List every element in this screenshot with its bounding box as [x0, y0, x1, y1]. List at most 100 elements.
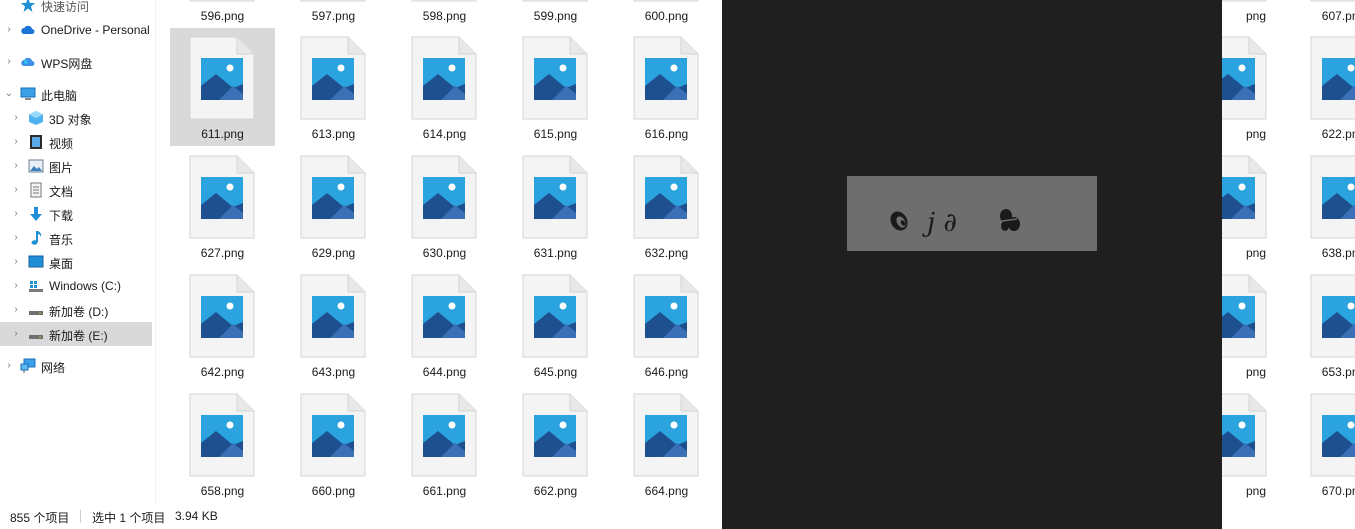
- file-name: 664.png: [644, 484, 689, 498]
- file-name: png: [1245, 246, 1266, 260]
- file-tile[interactable]: 631.png: [503, 147, 608, 265]
- nav-label: 桌面: [49, 257, 74, 271]
- chevron-right-icon[interactable]: ›: [10, 304, 22, 316]
- file-tile[interactable]: 645.png: [503, 266, 608, 384]
- nav-item-pictures[interactable]: › 图片: [0, 154, 155, 178]
- file-tile[interactable]: 642.png: [170, 266, 275, 384]
- nav-item-drive-d[interactable]: › 新加卷 (D:): [0, 298, 155, 322]
- file-tile[interactable]: 611.png: [170, 28, 275, 146]
- image-file-icon: [411, 155, 477, 239]
- file-name: 660.png: [311, 484, 356, 498]
- nav-item-videos[interactable]: › 视频: [0, 130, 155, 154]
- chevron-right-icon[interactable]: ›: [3, 56, 15, 68]
- file-tile[interactable]: 613.png: [281, 28, 386, 146]
- nav-item-music[interactable]: › 音乐: [0, 226, 155, 250]
- chevron-right-icon[interactable]: ›: [10, 184, 22, 196]
- file-tile[interactable]: 664.png: [614, 385, 719, 503]
- selection-size: 3.94 KB: [175, 509, 218, 523]
- file-tile[interactable]: 632.png: [614, 147, 719, 265]
- image-file-icon: [522, 36, 588, 120]
- file-name: png: [1245, 127, 1266, 141]
- file-tile[interactable]: 622.png: [1291, 28, 1355, 146]
- file-tile[interactable]: 660.png: [281, 385, 386, 503]
- file-tile[interactable]: 596.png: [170, 0, 275, 28]
- file-tile[interactable]: 614.png: [392, 28, 497, 146]
- file-tile[interactable]: 661.png: [392, 385, 497, 503]
- file-tile[interactable]: 627.png: [170, 147, 275, 265]
- file-tile[interactable]: png: [1222, 147, 1287, 265]
- chevron-right-icon[interactable]: ›: [10, 328, 22, 340]
- image-file-icon: [633, 274, 699, 358]
- file-name: 597.png: [311, 9, 356, 23]
- nav-item-quick-access[interactable]: 快速访问: [0, 0, 155, 17]
- nav-label: 视频: [49, 137, 74, 151]
- file-name: 611.png: [201, 127, 244, 141]
- file-tile[interactable]: 600.png: [614, 0, 719, 28]
- chevron-right-icon[interactable]: ›: [10, 160, 22, 172]
- nav-item-drive-e[interactable]: › 新加卷 (E:): [0, 322, 152, 346]
- file-tile[interactable]: 597.png: [281, 0, 386, 28]
- nav-item-this-pc[interactable]: ⌄ 此电脑: [0, 82, 155, 106]
- document-icon: [30, 182, 42, 198]
- file-tile[interactable]: 598.png: [392, 0, 497, 28]
- nav-item-onedrive[interactable]: › OneDrive - Personal: [0, 18, 155, 42]
- file-tile[interactable]: png: [1222, 385, 1287, 503]
- wps-cloud-icon: [21, 57, 35, 66]
- file-tile[interactable]: 599.png: [503, 0, 608, 28]
- file-name: 599.png: [533, 9, 578, 23]
- image-file-icon: [300, 274, 366, 358]
- file-tile[interactable]: 616.png: [614, 28, 719, 146]
- image-file-icon: [633, 393, 699, 477]
- file-tile[interactable]: png: [1222, 28, 1287, 146]
- file-name: 643.png: [311, 365, 356, 379]
- nav-item-documents[interactable]: › 文档: [0, 178, 155, 202]
- image-file-icon: [1310, 274, 1355, 358]
- nav-item-drive-c[interactable]: › Windows (C:): [0, 274, 155, 298]
- chevron-right-icon[interactable]: ›: [10, 280, 22, 292]
- file-tile[interactable]: png: [1222, 266, 1287, 384]
- navigation-pane: 快速访问 › OneDrive - Personal › WPS网盘 ⌄ 此电脑…: [0, 0, 155, 504]
- file-name: 596.png: [200, 9, 245, 23]
- file-tile[interactable]: 670.png: [1291, 385, 1355, 503]
- file-tile[interactable]: 653.png: [1291, 266, 1355, 384]
- file-tile[interactable]: 630.png: [392, 147, 497, 265]
- image-file-icon: [1222, 155, 1267, 239]
- chevron-right-icon[interactable]: ›: [10, 208, 22, 220]
- chevron-right-icon[interactable]: ›: [10, 112, 22, 124]
- file-grid: 596.png 597.png 598.png 599.png 600.png 611.p…: [156, 0, 722, 504]
- file-name: 629.png: [311, 246, 356, 260]
- preview-pane: j ∂: [722, 0, 1222, 529]
- file-tile[interactable]: 644.png: [392, 266, 497, 384]
- file-name: 642.png: [200, 365, 245, 379]
- image-file-icon: [300, 393, 366, 477]
- file-tile[interactable]: 643.png: [281, 266, 386, 384]
- chevron-down-icon[interactable]: ⌄: [3, 88, 15, 100]
- file-name: 662.png: [533, 484, 578, 498]
- chevron-right-icon[interactable]: ›: [10, 136, 22, 148]
- file-tile[interactable]: 629.png: [281, 147, 386, 265]
- file-tile[interactable]: png: [1222, 0, 1287, 28]
- chevron-right-icon[interactable]: ›: [3, 24, 15, 36]
- nav-label: Windows (C:): [49, 279, 122, 293]
- nav-item-desktop[interactable]: › 桌面: [0, 250, 155, 274]
- nav-item-wps-cloud[interactable]: › WPS网盘: [0, 50, 155, 74]
- image-file-icon: [1222, 36, 1267, 120]
- file-tile[interactable]: 662.png: [503, 385, 608, 503]
- nav-item-network[interactable]: › 网络: [0, 354, 155, 378]
- file-tile[interactable]: 658.png: [170, 385, 275, 503]
- file-tile[interactable]: 638.png: [1291, 147, 1355, 265]
- windows-drive-icon: [29, 281, 43, 292]
- nav-label: 此电脑: [41, 89, 78, 103]
- file-name: 630.png: [422, 246, 467, 260]
- nav-item-3d-objects[interactable]: › 3D 对象: [0, 106, 155, 130]
- file-tile[interactable]: 615.png: [503, 28, 608, 146]
- file-name: 614.png: [422, 127, 467, 141]
- file-tile[interactable]: 607.png: [1291, 0, 1355, 28]
- chevron-right-icon[interactable]: ›: [10, 256, 22, 268]
- image-file-icon: [1222, 0, 1267, 2]
- nav-item-downloads[interactable]: › 下载: [0, 202, 155, 226]
- chevron-right-icon[interactable]: ›: [10, 232, 22, 244]
- chevron-right-icon[interactable]: ›: [3, 360, 15, 372]
- file-tile[interactable]: 646.png: [614, 266, 719, 384]
- image-file-icon: [633, 36, 699, 120]
